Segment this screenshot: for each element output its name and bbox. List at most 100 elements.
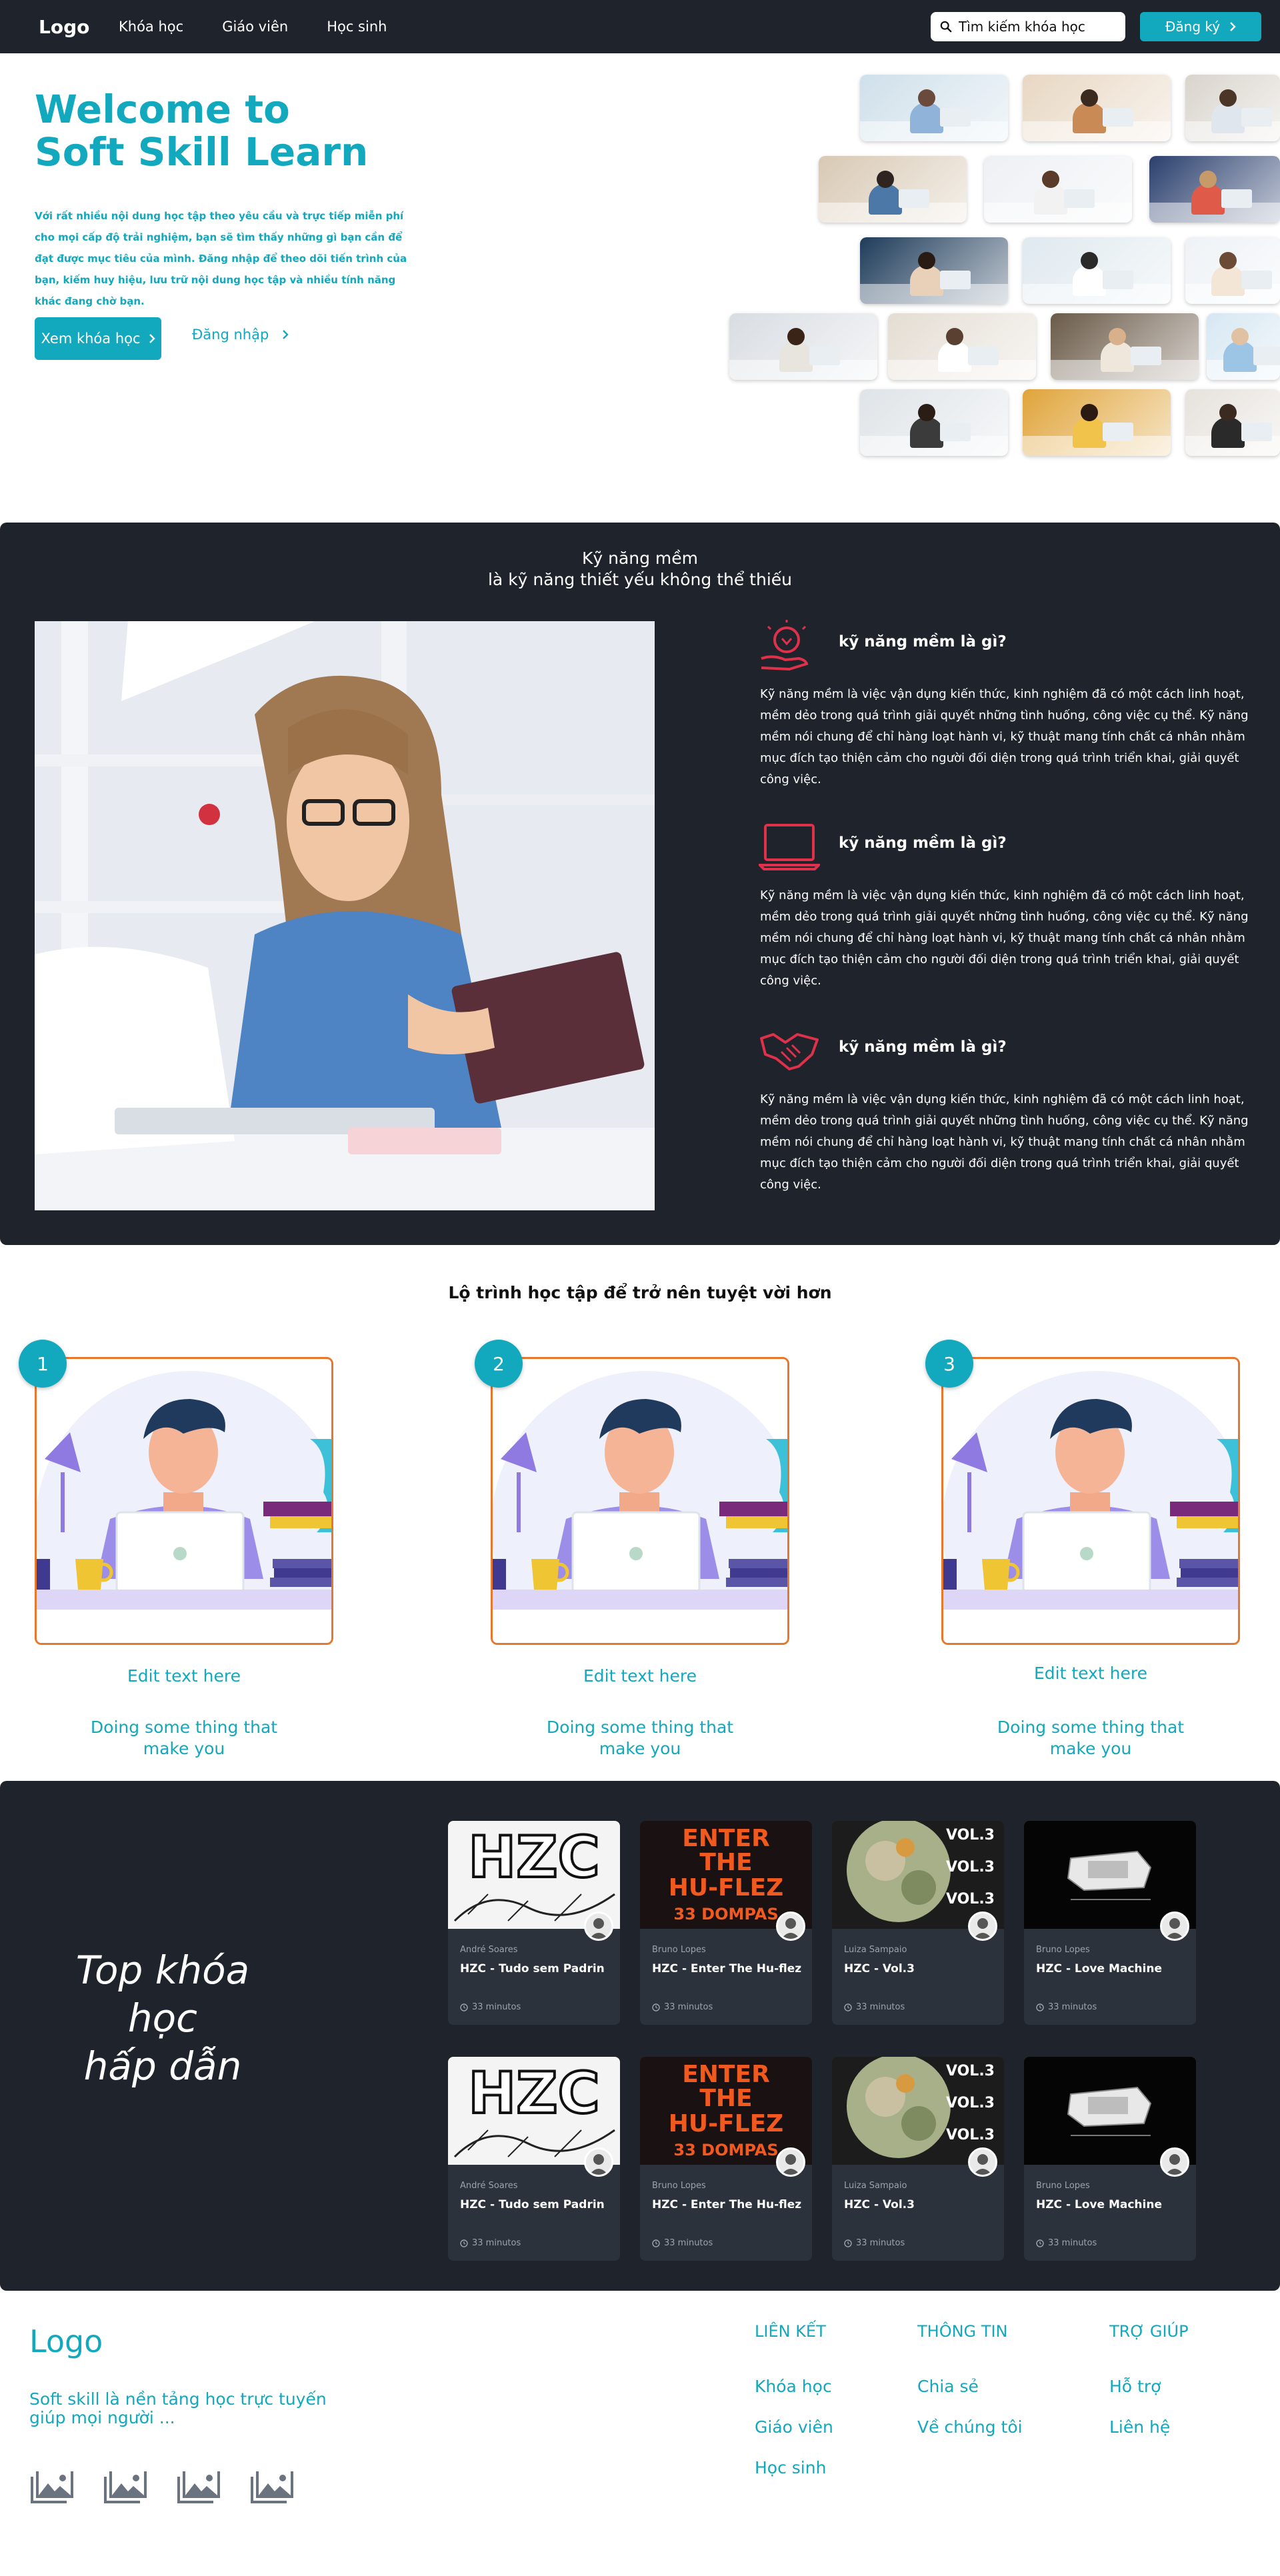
step-description-line1: Doing some thing that	[90, 1718, 278, 1737]
image-icon[interactable]	[29, 2466, 76, 2503]
course-title[interactable]: HZC - Vol.3	[844, 2198, 915, 2211]
footer-social-icons	[29, 2466, 296, 2503]
course-author: Bruno Lopes	[652, 1945, 706, 1955]
course-card[interactable]: VOL.3 VOL.3 VOL.3 Luiza Sampaio HZC - Vol.3 3…	[832, 2057, 1004, 2261]
login-link[interactable]: Đăng nhập	[192, 327, 289, 343]
nav-item-teachers[interactable]: Giáo viên	[222, 19, 288, 35]
footer-column-help: TRỢ GIÚP Hỗ trợ Liên hệ	[1109, 2322, 1189, 2458]
hero-collage-photo	[860, 389, 1008, 456]
course-title[interactable]: HZC - Enter The Hu-flez	[652, 1962, 801, 1975]
footer-link[interactable]: Khóa học	[755, 2377, 833, 2417]
course-title[interactable]: HZC - Enter The Hu-flez	[652, 2198, 801, 2211]
course-card[interactable]: Bruno Lopes HZC - Love Machine 33 minutos	[1024, 1821, 1196, 2025]
course-title[interactable]: HZC - Love Machine	[1036, 1962, 1162, 1975]
nav-item-courses[interactable]: Khóa học	[119, 19, 183, 35]
nav-logo[interactable]: Logo	[39, 16, 89, 38]
course-duration: 33 minutos	[460, 2002, 521, 2012]
nav-menu: Khóa học Giáo viên Học sinh	[119, 19, 387, 35]
search-icon	[940, 21, 952, 33]
top-courses-section: Top khóa học hấp dẫn HZC André Soares HZC …	[0, 1781, 1280, 2291]
hero-collage-photo	[1185, 389, 1280, 456]
avatar	[968, 2147, 997, 2177]
feature-3-title: kỹ năng mềm là gì?	[839, 1038, 1007, 1056]
footer-link[interactable]: Giáo viên	[755, 2417, 833, 2458]
step-description-line1: Doing some thing that	[546, 1718, 734, 1737]
step-number-badge: 2	[475, 1340, 523, 1388]
cover-title-text: VOL.3	[946, 1891, 995, 1908]
course-author: André Soares	[460, 2181, 518, 2191]
course-duration-text: 33 minutos	[472, 2002, 521, 2012]
step-number-badge: 1	[19, 1340, 67, 1388]
step-title[interactable]: Edit text here	[35, 1666, 333, 1686]
course-duration-text: 33 minutos	[1048, 2238, 1097, 2248]
hero-collage-photo	[1051, 313, 1199, 380]
top-courses-title-line1: Top khóa	[75, 1947, 250, 1993]
cover-title-text: THE	[699, 2085, 752, 2112]
search-input[interactable]	[959, 19, 1112, 35]
course-title[interactable]: HZC - Vol.3	[844, 1962, 915, 1975]
footer-column-heading: LIÊN KẾT	[755, 2322, 826, 2341]
avatar	[776, 1912, 805, 1941]
course-card[interactable]: ENTER THE HU-FLEZ 33 DOMPAS Bruno Lopes HZC -…	[640, 1821, 812, 2025]
course-author: Bruno Lopes	[1036, 1945, 1090, 1955]
hero-collage-photo	[860, 237, 1008, 304]
course-card[interactable]: Bruno Lopes HZC - Love Machine 33 minutos	[1024, 2057, 1196, 2261]
learning-step-card[interactable]	[491, 1357, 789, 1645]
footer-column-heading: TRỢ GIÚP	[1109, 2322, 1189, 2341]
course-author: André Soares	[460, 1945, 518, 1955]
avatar	[584, 1912, 613, 1941]
learning-step-card[interactable]	[941, 1357, 1240, 1645]
footer-column-info: THÔNG TIN Chia sẻ Về chúng tôi	[917, 2322, 1023, 2458]
hero-description: Với rất nhiều nội dung học tập theo yêu …	[35, 210, 407, 307]
course-card[interactable]: HZC André Soares HZC - Tudo sem Padrin 33 m…	[448, 1821, 620, 2025]
course-duration-text: 33 minutos	[664, 2238, 713, 2248]
softskill-heading: Kỹ năng mềm là kỹ năng thiết yếu không t…	[0, 548, 1280, 591]
softskill-heading-line1: Kỹ năng mềm	[581, 549, 699, 568]
image-icon[interactable]	[249, 2466, 296, 2503]
signup-button[interactable]: Đăng ký	[1140, 12, 1261, 41]
footer-link[interactable]: Học sinh	[755, 2458, 833, 2499]
feature-2-desc: Kỹ năng mềm là việc vận dụng kiến thức, …	[760, 888, 1249, 988]
student-reading-photo	[35, 621, 655, 1210]
feature-2-title: kỹ năng mềm là gì?	[839, 834, 1007, 852]
hero-title-line2: Soft Skill Learn	[35, 129, 369, 175]
clock-icon	[844, 2239, 852, 2247]
footer-link[interactable]: Hỗ trợ	[1109, 2377, 1189, 2417]
login-label: Đăng nhập	[192, 327, 269, 343]
cover-title-text: VOL.3	[946, 1859, 995, 1876]
cover-title-text: VOL.3	[946, 1827, 995, 1844]
footer-link[interactable]: Chia sẻ	[917, 2377, 1023, 2417]
course-author: Bruno Lopes	[1036, 2181, 1090, 2191]
step-title[interactable]: Edit text here	[941, 1664, 1240, 1683]
learning-step-card[interactable]	[35, 1357, 333, 1645]
course-title[interactable]: HZC - Tudo sem Padrin	[460, 1962, 605, 1975]
course-title[interactable]: HZC - Tudo sem Padrin	[460, 2198, 605, 2211]
step-title[interactable]: Edit text here	[491, 1666, 789, 1686]
course-card[interactable]: VOL.3 VOL.3 VOL.3 Luiza Sampaio HZC - Vol.3 3…	[832, 1821, 1004, 2025]
cover-title-text: 33 DOMPAS	[673, 2141, 778, 2159]
image-icon[interactable]	[103, 2466, 149, 2503]
footer-link[interactable]: Về chúng tôi	[917, 2417, 1023, 2458]
footer-link[interactable]: Liên hệ	[1109, 2417, 1189, 2458]
footer-description-line2: giúp mọi người ...	[29, 2408, 175, 2427]
softskill-heading-line2: là kỹ năng thiết yếu không thể thiếu	[487, 570, 793, 589]
cover-title-text: HZC	[468, 1824, 599, 1891]
laptop-icon	[759, 824, 820, 870]
course-card[interactable]: ENTER THE HU-FLEZ 33 DOMPAS Bruno Lopes HZC -…	[640, 2057, 812, 2261]
top-courses-title: Top khóa học hấp dẫn	[56, 1946, 269, 2090]
hero-collage-photo	[729, 313, 877, 380]
course-card[interactable]: HZC André Soares HZC - Tudo sem Padrin 33 m…	[448, 2057, 620, 2261]
nav-item-students[interactable]: Học sinh	[327, 19, 387, 35]
hero-title: Welcome to Soft Skill Learn	[35, 88, 408, 173]
student-laptop-illustration	[493, 1359, 787, 1643]
image-icon[interactable]	[176, 2466, 223, 2503]
footer-logo[interactable]: Logo	[29, 2323, 103, 2359]
search-box[interactable]	[931, 12, 1125, 41]
avatar	[1160, 1912, 1189, 1941]
course-title[interactable]: HZC - Love Machine	[1036, 2198, 1162, 2211]
student-laptop-illustration	[943, 1359, 1238, 1643]
view-courses-button[interactable]: Xem khóa học	[35, 317, 161, 360]
clock-icon	[652, 2239, 660, 2247]
avatar	[776, 2147, 805, 2177]
course-duration: 33 minutos	[844, 2002, 905, 2012]
